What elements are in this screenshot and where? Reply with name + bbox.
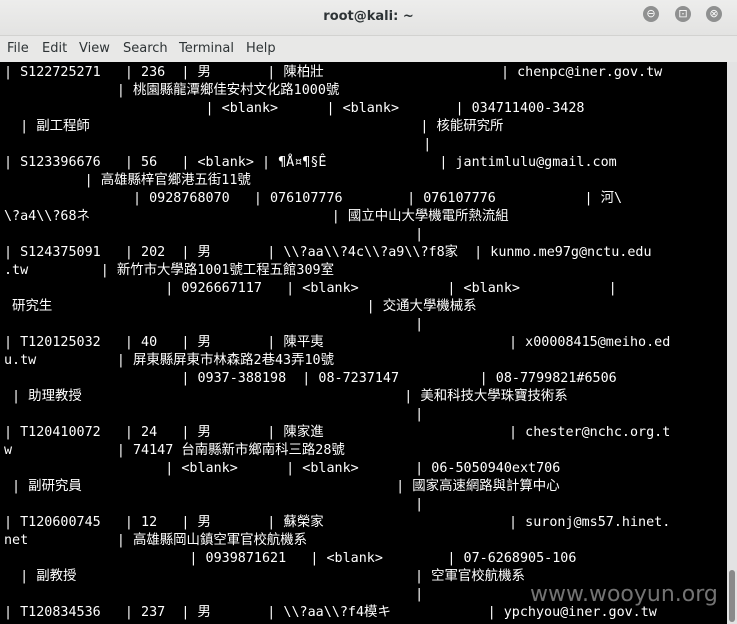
terminal-line: | S122725271 | 236 | 男 | 陳柏壯 | chenpc@in…	[4, 65, 663, 80]
terminal-scrollbar[interactable]	[727, 62, 737, 624]
terminal-line: | 桃園縣龍潭鄉佳安村文化路1000號	[4, 83, 340, 98]
terminal-line: | 副教授 | 空軍官校航機系	[4, 569, 525, 584]
terminal-line: w | 74147 台南縣新市鄉南科三路28號	[4, 443, 345, 458]
terminal-line: \?a4\\?68ネ | 國立中山大學機電所熱流組	[4, 209, 509, 224]
terminal-line: | 0926667117 | <blank> | <blank> |	[4, 281, 617, 296]
minimize-icon[interactable]: ⊖	[643, 6, 659, 22]
terminal-window: root@kali: ~ ⊖ ⊡ ⊗ File Edit View Search…	[0, 0, 737, 624]
title-bar[interactable]: root@kali: ~ ⊖ ⊡ ⊗	[0, 0, 737, 36]
terminal-line: | T120125032 | 40 | 男 | 陳平夷 | x00008415@…	[4, 335, 671, 350]
menu-bar: File Edit View Search Terminal Help	[0, 36, 737, 62]
terminal-line: | <blank> | <blank> | 034711400-3428	[4, 101, 585, 116]
menu-help[interactable]: Help	[246, 41, 276, 56]
terminal-line: | 副工程師 | 核能研究所	[4, 119, 504, 134]
menu-terminal[interactable]: Terminal	[179, 41, 234, 56]
terminal-line: |	[4, 137, 432, 152]
terminal-line: .tw | 新竹市大學路1001號工程五館309室	[4, 263, 334, 278]
maximize-icon[interactable]: ⊡	[675, 6, 691, 22]
menu-search[interactable]: Search	[123, 41, 168, 56]
terminal-line: | 高雄縣梓官鄉港五街11號	[4, 173, 251, 188]
terminal-line: |	[4, 497, 424, 512]
terminal-line: u.tw | 屏東縣屏東市林森路2巷43弄10號	[4, 353, 334, 368]
terminal-line: | S124375091 | 202 | 男 | \\?aa\\?4c\\?a9…	[4, 245, 652, 260]
close-icon[interactable]: ⊗	[706, 6, 722, 22]
terminal-line: |	[4, 317, 424, 332]
menu-edit[interactable]: Edit	[42, 41, 67, 56]
window-title: root@kali: ~	[323, 9, 414, 24]
terminal-line: |	[4, 587, 424, 602]
scrollbar-thumb[interactable]	[729, 570, 735, 622]
terminal-line: 研究生 | 交通大學機械系	[4, 299, 477, 314]
terminal-line: | 0937-388198 | 08-7237147 | 08-7799821#…	[4, 371, 617, 386]
menu-view[interactable]: View	[79, 41, 110, 56]
terminal-line: | 助理教授 | 美和科技大學珠寶技術系	[4, 389, 568, 404]
terminal-line: |	[4, 227, 424, 242]
terminal-line: | T120410072 | 24 | 男 | 陳家進 | chester@nc…	[4, 425, 671, 440]
terminal-line: | 0928768070 | 076107776 | 076107776 | 河…	[4, 191, 623, 206]
terminal-line: | T120600745 | 12 | 男 | 蘇榮家 | suronj@ms5…	[4, 515, 671, 530]
menu-file[interactable]: File	[7, 41, 29, 56]
terminal-line: | S123396676 | 56 | <blank> | ¶Å¤¶§Ê | j…	[4, 155, 617, 170]
terminal-line: net | 高雄縣岡山鎮空軍官校航機系	[4, 533, 308, 548]
terminal-line: | 副研究員 | 國家高速網路與計算中心	[4, 479, 560, 494]
watermark: www.wooyun.org	[530, 582, 718, 607]
terminal-line: | <blank> | <blank> | 06-5050940ext706	[4, 461, 561, 476]
terminal-output[interactable]: | S122725271 | 236 | 男 | 陳柏壯 | chenpc@in…	[0, 62, 727, 624]
terminal-line: | 0939871621 | <blank> | 07-6268905-106	[4, 551, 577, 566]
terminal-line: |	[4, 407, 424, 422]
